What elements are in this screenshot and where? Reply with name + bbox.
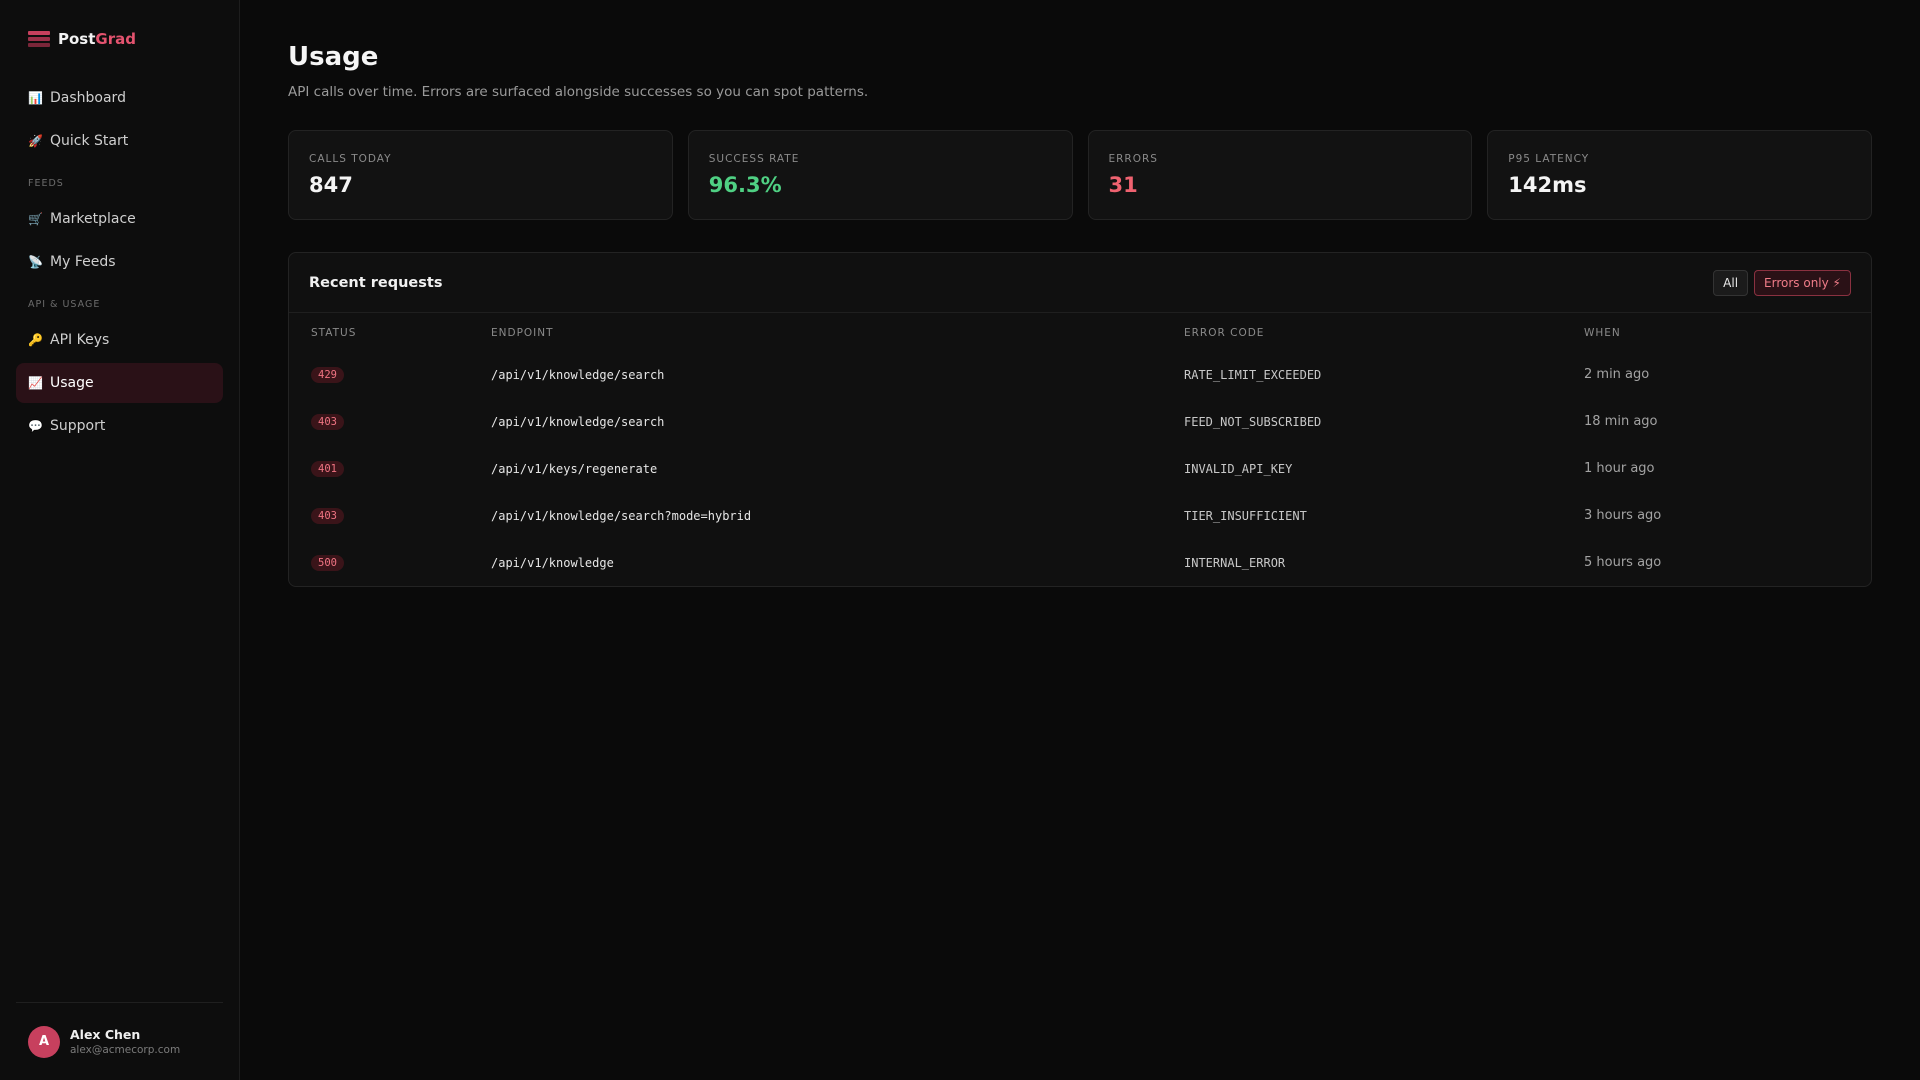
- when-cell: 2 min ago: [1584, 367, 1650, 382]
- column-header-when[interactable]: WHEN: [1584, 313, 1871, 351]
- filter-errors-only-button[interactable]: Errors only ⚡: [1754, 269, 1851, 296]
- cart-icon: 🛒: [28, 212, 43, 226]
- table-row[interactable]: 500 /api/v1/knowledge INTERNAL_ERROR 5 h…: [289, 539, 1871, 586]
- brand-name-accent: Grad: [95, 30, 136, 48]
- status-badge: 403: [311, 508, 344, 524]
- sidebar-item-label: My Feeds: [50, 254, 116, 270]
- stat-card-success-rate: SUCCESS RATE 96.3%: [687, 130, 1073, 220]
- sidebar-item-my-feeds[interactable]: 📡 My Feeds: [16, 242, 223, 282]
- status-badge: 403: [311, 414, 344, 430]
- table-row[interactable]: 403 /api/v1/knowledge/search?mode=hybrid…: [289, 492, 1871, 539]
- page-title: Usage: [288, 42, 379, 72]
- dashboard-icon: 📊: [28, 91, 43, 105]
- error-code-cell: TIER_INSUFFICIENT: [1184, 508, 1307, 523]
- error-code-cell: INVALID_API_KEY: [1184, 461, 1293, 476]
- app-root: PostGrad 📊 Dashboard 🚀 Quick Start FEEDS…: [0, 0, 1920, 1080]
- page-subtitle: API calls over time. Errors are surfaced…: [288, 84, 869, 100]
- stats-row: CALLS TODAY 847 SUCCESS RATE 96.3% ERROR…: [288, 130, 1872, 220]
- sidebar: PostGrad 📊 Dashboard 🚀 Quick Start FEEDS…: [0, 0, 240, 1080]
- status-badge: 401: [311, 461, 344, 477]
- sidebar-item-usage[interactable]: 📈 Usage: [16, 363, 223, 403]
- endpoint-cell: /api/v1/keys/regenerate: [491, 461, 658, 476]
- when-cell: 5 hours ago: [1584, 555, 1662, 570]
- logo-icon: [28, 31, 50, 47]
- error-code-cell: INTERNAL_ERROR: [1184, 555, 1286, 570]
- sidebar-item-support[interactable]: 💬 Support: [16, 406, 223, 446]
- when-cell: 1 hour ago: [1584, 461, 1655, 476]
- user-email: alex@acmecorp.com: [70, 1044, 181, 1056]
- stat-label: SUCCESS RATE: [708, 153, 800, 165]
- sidebar-section-feeds: FEEDS: [28, 178, 64, 189]
- brand-name-primary: Post: [58, 30, 96, 48]
- panel-title: Recent requests: [309, 274, 443, 291]
- sidebar-item-label: Dashboard: [50, 90, 126, 106]
- stat-label: CALLS TODAY: [309, 153, 392, 165]
- column-header-error-code[interactable]: ERROR CODE: [1184, 313, 1584, 351]
- panel-header: Recent requests All Errors only ⚡: [289, 253, 1871, 313]
- stat-value: 31: [1108, 173, 1138, 197]
- filter-all-button[interactable]: All: [1713, 269, 1749, 296]
- sidebar-item-label: Support: [50, 418, 106, 434]
- table-header-row: STATUS ENDPOINT ERROR CODE WHEN: [289, 313, 1871, 351]
- when-cell: 3 hours ago: [1584, 508, 1662, 523]
- filter-group: All Errors only ⚡: [1713, 269, 1851, 296]
- stat-value: 142ms: [1508, 173, 1587, 197]
- endpoint-cell: /api/v1/knowledge/search?mode=hybrid: [491, 508, 752, 523]
- endpoint-cell: /api/v1/knowledge/search: [491, 414, 665, 429]
- sidebar-item-label: Usage: [50, 375, 94, 391]
- endpoint-cell: /api/v1/knowledge/search: [491, 367, 665, 382]
- endpoint-cell: /api/v1/knowledge: [491, 555, 614, 570]
- when-cell: 18 min ago: [1584, 414, 1658, 429]
- status-badge: 500: [311, 555, 344, 571]
- user-name: Alex Chen: [70, 1027, 141, 1042]
- brand-name: PostGrad: [58, 30, 136, 48]
- speech-bubble-icon: 💬: [28, 419, 43, 433]
- sidebar-item-api-keys[interactable]: 🔑 API Keys: [16, 320, 223, 360]
- column-header-endpoint[interactable]: ENDPOINT: [491, 313, 1184, 351]
- recent-requests-panel: Recent requests All Errors only ⚡ STATUS…: [288, 252, 1872, 587]
- sidebar-item-marketplace[interactable]: 🛒 Marketplace: [16, 199, 223, 239]
- sidebar-item-label: Marketplace: [50, 211, 136, 227]
- stat-card-calls-today: CALLS TODAY 847: [288, 130, 673, 220]
- stat-label: P95 LATENCY: [1508, 153, 1590, 165]
- table-row[interactable]: 429 /api/v1/knowledge/search RATE_LIMIT_…: [289, 351, 1871, 398]
- stat-card-errors: ERRORS 31: [1087, 130, 1473, 220]
- sidebar-item-quick-start[interactable]: 🚀 Quick Start: [16, 121, 223, 161]
- table-row[interactable]: 403 /api/v1/knowledge/search FEED_NOT_SU…: [289, 398, 1871, 445]
- key-icon: 🔑: [28, 333, 43, 347]
- rocket-icon: 🚀: [28, 134, 43, 148]
- user-info: Alex Chen alex@acmecorp.com: [70, 1027, 180, 1056]
- main-content: Usage API calls over time. Errors are su…: [240, 0, 1920, 1080]
- avatar: A: [28, 1025, 60, 1058]
- chart-up-icon: 📈: [28, 376, 43, 390]
- stat-value: 96.3%: [708, 173, 782, 197]
- table-row[interactable]: 401 /api/v1/keys/regenerate INVALID_API_…: [289, 445, 1871, 492]
- satellite-icon: 📡: [28, 255, 43, 269]
- error-code-cell: FEED_NOT_SUBSCRIBED: [1184, 414, 1322, 429]
- sidebar-item-label: API Keys: [50, 332, 110, 348]
- requests-table: STATUS ENDPOINT ERROR CODE WHEN 429 /api…: [289, 313, 1871, 586]
- stat-value: 847: [309, 173, 353, 197]
- stat-card-p95-latency: P95 LATENCY 142ms: [1487, 130, 1872, 220]
- user-profile[interactable]: A Alex Chen alex@acmecorp.com: [16, 1002, 223, 1080]
- status-badge: 429: [311, 367, 344, 383]
- brand-logo[interactable]: PostGrad: [16, 0, 223, 78]
- sidebar-item-label: Quick Start: [50, 133, 129, 149]
- sidebar-section-api-usage: API & USAGE: [28, 299, 101, 310]
- column-header-status[interactable]: STATUS: [289, 313, 491, 351]
- sidebar-item-dashboard[interactable]: 📊 Dashboard: [16, 78, 223, 118]
- stat-label: ERRORS: [1108, 153, 1158, 165]
- error-code-cell: RATE_LIMIT_EXCEEDED: [1184, 367, 1322, 382]
